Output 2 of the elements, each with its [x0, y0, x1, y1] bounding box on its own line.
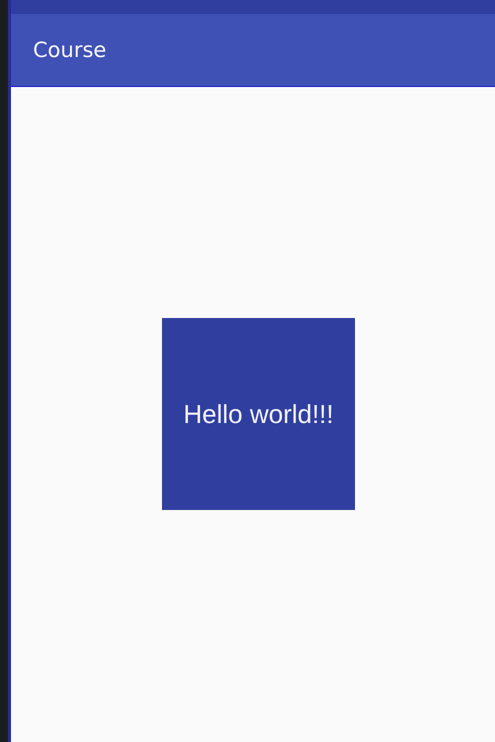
app-title: Course	[33, 38, 106, 62]
box-text: Hello world!!!	[183, 398, 334, 430]
